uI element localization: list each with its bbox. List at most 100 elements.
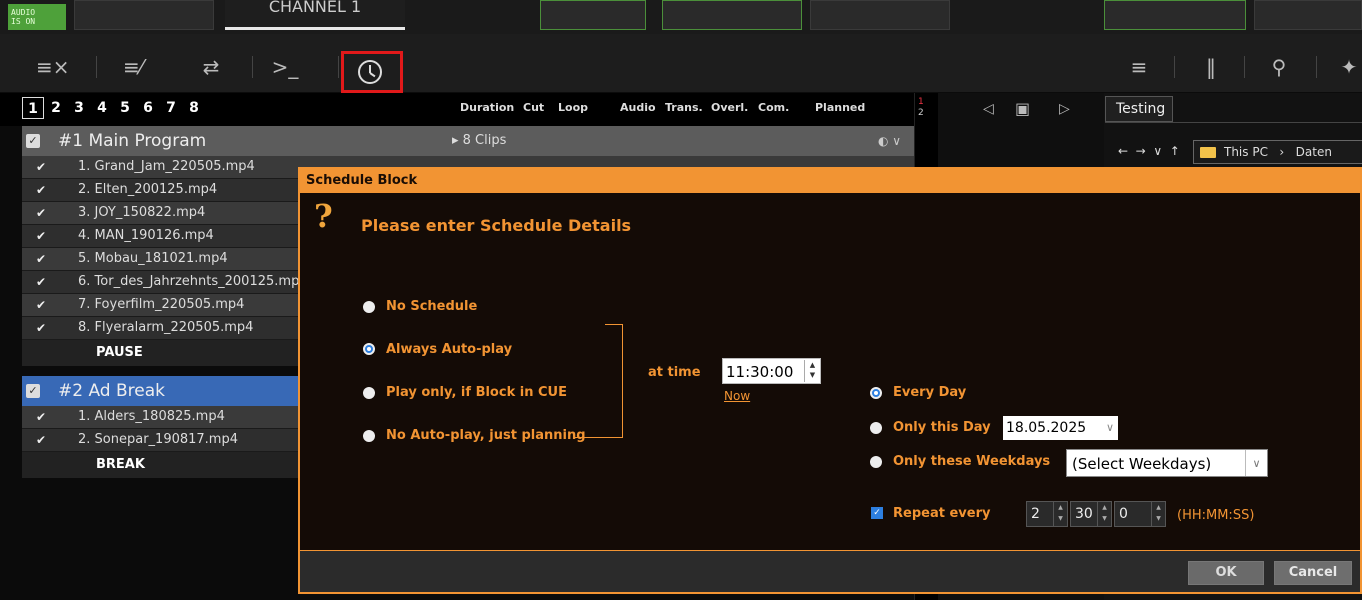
shuffle-icon[interactable]: ⇄ (196, 54, 226, 80)
terminal-icon[interactable]: >_ (270, 54, 300, 80)
option-no-autoplay[interactable]: No Auto-play, just planning (386, 428, 586, 443)
col-loop[interactable]: Loop (558, 101, 588, 114)
radio-every-day[interactable] (870, 387, 882, 399)
list-icon[interactable]: ≡ (1124, 54, 1154, 80)
clips-summary[interactable]: ▸ 8 Clips (452, 126, 506, 156)
cancel-button[interactable]: Cancel (1274, 561, 1352, 585)
col-trans[interactable]: Trans. (665, 101, 703, 114)
radio-no-autoplay[interactable] (363, 430, 375, 442)
page-tab[interactable]: 2 (45, 97, 67, 119)
check-icon: ✔ (36, 433, 47, 447)
dialog-body: ? Please enter Schedule Details No Sched… (300, 193, 1360, 550)
repeat-label[interactable]: Repeat every (893, 506, 990, 521)
block-index[interactable]: 2 (918, 108, 924, 119)
spinner-arrows-icon[interactable]: ▲ ▼ (1151, 502, 1165, 526)
question-icon: ? (314, 197, 333, 235)
check-icon: ✔ (36, 410, 47, 424)
option-only-this-day[interactable]: Only this Day (893, 420, 991, 435)
col-duration[interactable]: Duration (460, 101, 514, 114)
clock-icon[interactable] (358, 60, 382, 84)
top-button-green[interactable] (662, 0, 802, 30)
audio-status-badge[interactable]: AUDIO IS ON (8, 4, 66, 30)
top-button-green[interactable] (1104, 0, 1246, 30)
checkbox-icon[interactable]: ✓ (26, 134, 40, 148)
option-always-autoplay[interactable]: Always Auto-play (386, 342, 512, 357)
option-no-schedule[interactable]: No Schedule (386, 299, 477, 314)
playlist-header: 1 2 3 4 5 6 7 8 Duration Cut Loop Audio … (0, 93, 914, 126)
playlist-pause-icon[interactable]: ‖ (1196, 54, 1226, 80)
list-edit-icon[interactable]: ≡⁄ (118, 54, 148, 80)
image-icon[interactable]: ▣ (1015, 99, 1030, 118)
checkbox-icon[interactable]: ✓ (26, 384, 40, 398)
radio-play-if-cue[interactable] (363, 387, 375, 399)
page-tab[interactable]: 8 (183, 97, 205, 119)
block-title: #1 Main Program (58, 131, 207, 151)
radio-always-autoplay[interactable] (363, 343, 375, 355)
radio-only-weekdays[interactable] (870, 456, 882, 468)
explorer-nav: ← → ∨ ↑ This PC › Daten (1118, 140, 1362, 166)
prev-arrow-icon[interactable]: ◁ (983, 101, 994, 117)
option-every-day[interactable]: Every Day (893, 385, 966, 400)
top-button[interactable] (810, 0, 950, 30)
magic-wand-icon[interactable]: ✦ (1334, 54, 1362, 80)
repeat-seconds-value: 0 (1119, 506, 1128, 522)
repeat-minutes-value: 30 (1075, 506, 1093, 522)
clip-name: 6. Tor_des_Jahrzehnts_200125.mp4 (78, 274, 308, 289)
date-value: 18.05.2025 (1006, 420, 1087, 436)
block-header[interactable]: ✓ #1 Main Program ▸ 8 Clips ◐ ∨ (22, 126, 914, 156)
ok-button[interactable]: OK (1188, 561, 1264, 585)
at-time-label: at time (648, 365, 701, 380)
option-only-weekdays[interactable]: Only these Weekdays (893, 454, 1050, 469)
top-button[interactable] (74, 0, 214, 30)
now-link[interactable]: Now (724, 389, 750, 403)
chevron-down-icon[interactable]: ∨ (1106, 416, 1114, 440)
clip-name: 2. Sonepar_190817.mp4 (78, 432, 238, 447)
page-tab[interactable]: 4 (91, 97, 113, 119)
col-audio[interactable]: Audio (620, 101, 656, 114)
repeat-checkbox[interactable]: ✓ (871, 507, 883, 519)
col-com[interactable]: Com. (758, 101, 789, 114)
list-remove-icon[interactable]: ≡× (36, 54, 70, 80)
repeat-seconds-input[interactable]: 0 ▲ ▼ (1114, 501, 1166, 527)
page-tab[interactable]: 7 (160, 97, 182, 119)
nav-arrows-icon[interactable]: ← → ∨ ↑ (1118, 144, 1180, 158)
col-cut[interactable]: Cut (523, 101, 544, 114)
weekdays-value: (Select Weekdays) (1072, 455, 1212, 473)
radio-only-this-day[interactable] (870, 422, 882, 434)
toolbar-divider (1174, 56, 1175, 78)
tab-channel-1[interactable]: CHANNEL 1 (225, 0, 405, 30)
col-planned[interactable]: Planned (815, 101, 865, 114)
date-picker[interactable]: 18.05.2025 ∨ (1003, 416, 1118, 440)
repeat-hours-input[interactable]: 2 ▲ ▼ (1026, 501, 1068, 527)
col-overl[interactable]: Overl. (711, 101, 748, 114)
tab-testing[interactable]: Testing (1105, 96, 1173, 122)
address-bar[interactable]: This PC › Daten (1193, 140, 1362, 164)
page-tab[interactable]: 1 (22, 97, 44, 119)
repeat-minutes-input[interactable]: 30 ▲ ▼ (1070, 501, 1112, 527)
clip-name: 4. MAN_190126.mp4 (78, 228, 214, 243)
spinner-arrows-icon[interactable]: ▲ ▼ (1053, 502, 1067, 526)
breadcrumb-item[interactable]: This PC (1224, 145, 1268, 159)
toolbar-divider (1244, 56, 1245, 78)
top-button[interactable] (1254, 0, 1362, 30)
chevron-down-icon[interactable]: ∨ (1245, 450, 1267, 476)
time-spinner-icon[interactable]: ▲ ▼ (804, 360, 820, 382)
repeat-format-hint: (HH:MM:SS) (1177, 508, 1255, 523)
check-icon: ✔ (36, 321, 47, 335)
page-tab[interactable]: 6 (137, 97, 159, 119)
page-tab[interactable]: 5 (114, 97, 136, 119)
block-index[interactable]: 1 (918, 97, 924, 108)
top-button-green[interactable] (540, 0, 646, 30)
block-controls[interactable]: ◐ ∨ (878, 126, 901, 156)
dialog-footer: OK Cancel (300, 550, 1360, 592)
next-arrow-icon[interactable]: ▷ (1059, 101, 1070, 117)
radio-no-schedule[interactable] (363, 301, 375, 313)
page-tab[interactable]: 3 (68, 97, 90, 119)
breadcrumb-item[interactable]: Daten (1296, 145, 1332, 159)
weekdays-select[interactable]: (Select Weekdays) ∨ (1066, 449, 1268, 477)
repeat-hours-value: 2 (1031, 506, 1040, 522)
zoom-play-icon[interactable]: ⚲ (1264, 54, 1294, 80)
spinner-arrows-icon[interactable]: ▲ ▼ (1097, 502, 1111, 526)
toolbar-divider (96, 56, 97, 78)
option-play-if-cue[interactable]: Play only, if Block in CUE (386, 385, 567, 400)
